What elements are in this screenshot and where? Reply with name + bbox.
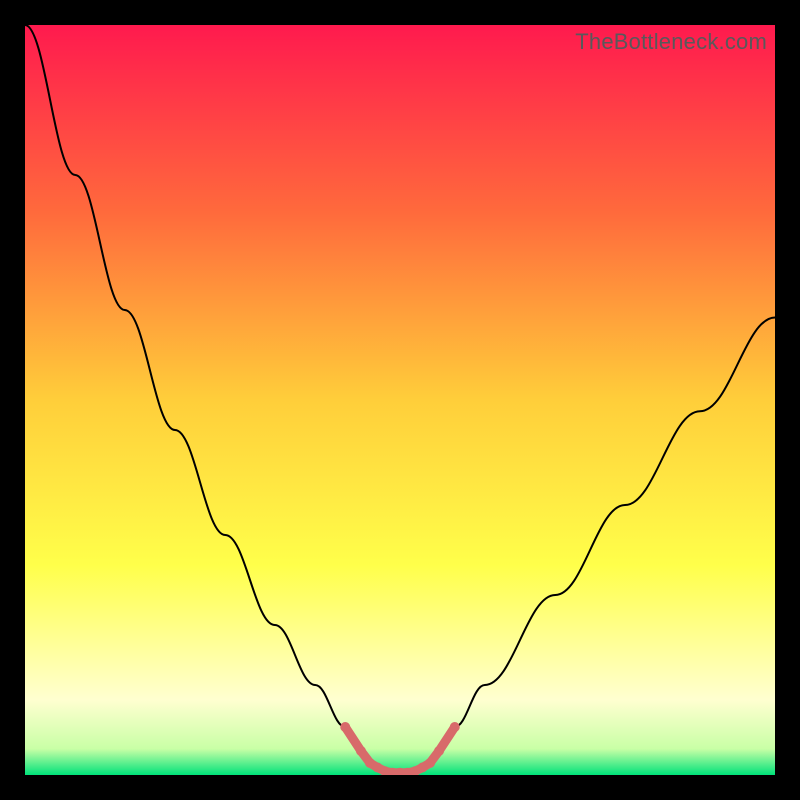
optimal-marker-dot — [450, 722, 460, 732]
optimal-marker-dot — [340, 722, 350, 732]
watermark-text: TheBottleneck.com — [575, 29, 767, 55]
optimal-marker-dot — [356, 746, 366, 756]
optimal-marker-dot — [425, 758, 435, 768]
optimal-marker-dot — [434, 746, 444, 756]
chart-frame: TheBottleneck.com — [25, 25, 775, 775]
chart-svg — [25, 25, 775, 775]
chart-background — [25, 25, 775, 775]
